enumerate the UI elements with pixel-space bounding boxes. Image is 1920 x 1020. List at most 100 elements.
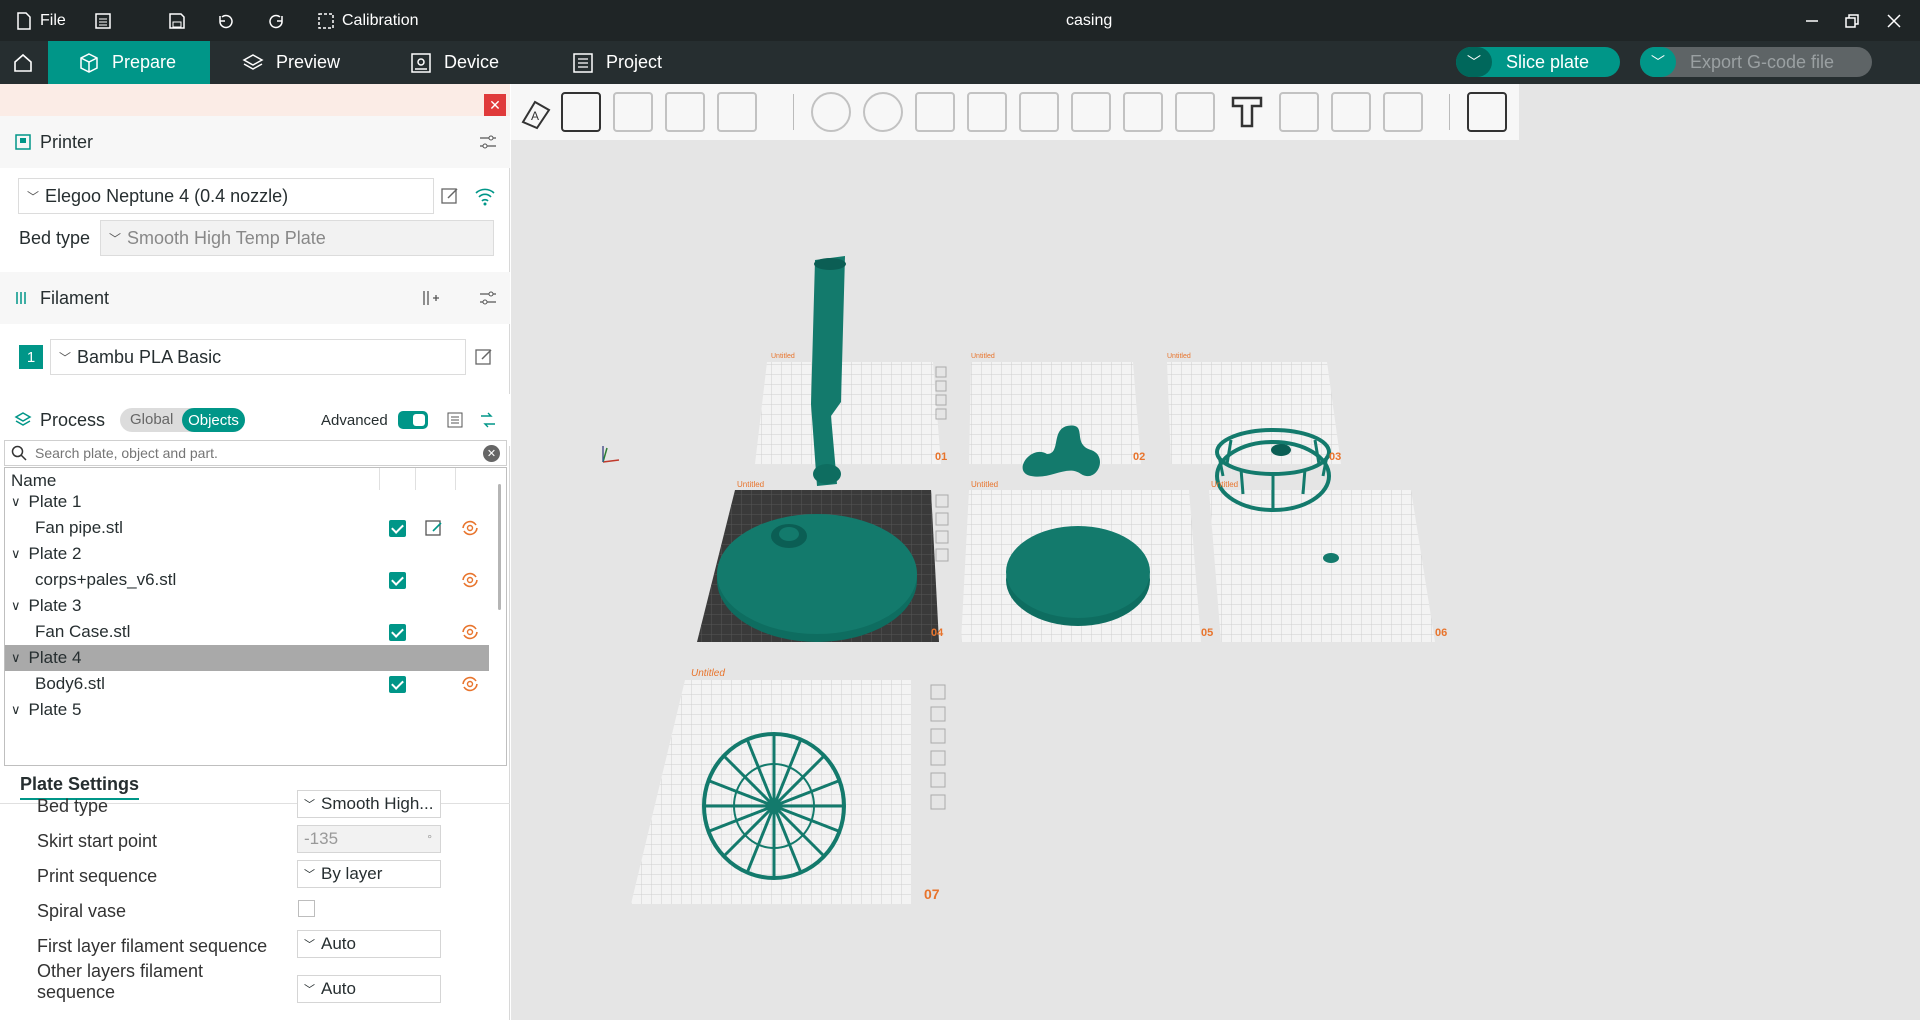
auto-orient-icon[interactable] bbox=[459, 518, 481, 538]
tab-device[interactable]: Device bbox=[410, 41, 499, 84]
plate-lock-icon[interactable] bbox=[935, 408, 947, 420]
wifi-icon[interactable] bbox=[474, 186, 496, 206]
text-tool-icon[interactable] bbox=[1227, 92, 1267, 132]
layers-list-icon[interactable] bbox=[717, 92, 757, 132]
filament-index-badge[interactable]: 1 bbox=[19, 345, 43, 369]
ps-skirt-input[interactable]: -135 ° bbox=[297, 825, 441, 853]
ps-other-layers-select[interactable]: ﹀ Auto bbox=[297, 975, 441, 1003]
split-objects-icon[interactable] bbox=[665, 92, 705, 132]
printer-select[interactable]: ﹀ Elegoo Neptune 4 (0.4 nozzle) bbox=[18, 178, 434, 214]
auto-orient-icon[interactable] bbox=[459, 674, 481, 694]
save-button[interactable] bbox=[168, 0, 186, 41]
3d-viewport[interactable]: 01 02 03 04 05 06 07 Untitled Untitled U… bbox=[511, 84, 1920, 1020]
plate-close-icon[interactable] bbox=[935, 494, 949, 508]
advanced-toggle[interactable] bbox=[398, 411, 428, 429]
close-icon[interactable]: ✕ bbox=[484, 94, 506, 116]
plate-close-icon[interactable] bbox=[935, 366, 947, 378]
plate-arrange-icon[interactable] bbox=[935, 512, 949, 526]
lay-on-face-icon[interactable] bbox=[967, 92, 1007, 132]
global-option[interactable]: Global bbox=[130, 411, 173, 428]
add-plate-icon[interactable]: A bbox=[517, 92, 557, 132]
edit-icon[interactable] bbox=[440, 186, 460, 206]
clear-search-icon[interactable]: ✕ bbox=[483, 445, 500, 462]
export-gcode-button[interactable]: ﹀ Export G-code file bbox=[1640, 47, 1872, 77]
bed-type-select[interactable]: ﹀ Smooth High Temp Plate bbox=[100, 220, 494, 256]
slice-plate-button[interactable]: ﹀ Slice plate bbox=[1456, 47, 1620, 77]
chevron-down-icon[interactable]: ﹀ bbox=[1640, 47, 1676, 77]
tree-row-plate-1[interactable]: ∨ Plate 1 bbox=[11, 489, 493, 515]
tab-prepare[interactable]: Prepare bbox=[48, 41, 210, 84]
printable-checkbox[interactable] bbox=[389, 520, 406, 537]
plate-settings-icon[interactable] bbox=[930, 772, 946, 788]
puzzle-icon[interactable] bbox=[1467, 92, 1507, 132]
plate-orient-icon[interactable] bbox=[930, 728, 946, 744]
tree-row-plate-4-selected[interactable]: ∨ Plate 4 bbox=[5, 645, 489, 671]
plate-orient-icon[interactable] bbox=[935, 394, 947, 406]
seam-paint-icon[interactable] bbox=[1123, 92, 1163, 132]
ps-print-sequence-select[interactable]: ﹀ By layer bbox=[297, 860, 441, 888]
tree-row-plate-5[interactable]: ∨ Plate 5 bbox=[11, 697, 493, 723]
rotate-icon[interactable] bbox=[863, 92, 903, 132]
menu-button[interactable] bbox=[94, 0, 112, 41]
tree-row-object[interactable]: Body6.stl bbox=[11, 671, 493, 697]
add-filament-icon[interactable] bbox=[420, 288, 440, 308]
fuzzy-skin-icon[interactable] bbox=[1175, 92, 1215, 132]
plate-name[interactable]: Untitled bbox=[1167, 353, 1191, 360]
settings-sliders-icon[interactable] bbox=[478, 288, 498, 308]
plate-name[interactable]: Untitled bbox=[691, 668, 725, 679]
arrange-icon[interactable] bbox=[561, 92, 601, 132]
settings-sliders-icon[interactable] bbox=[478, 132, 498, 152]
tree-row-plate-3[interactable]: ∨ Plate 3 bbox=[11, 593, 493, 619]
tab-project[interactable]: Project bbox=[572, 41, 662, 84]
plate-name[interactable]: Untitled bbox=[737, 480, 764, 489]
tree-scrollbar[interactable] bbox=[495, 468, 503, 765]
tab-preview[interactable]: Preview bbox=[242, 41, 340, 84]
tree-row-plate-2[interactable]: ∨ Plate 2 bbox=[11, 541, 493, 567]
move-icon[interactable] bbox=[811, 92, 851, 132]
chevron-down-icon[interactable]: ∨ bbox=[11, 494, 21, 510]
object-search-input[interactable] bbox=[35, 445, 475, 461]
assembly-icon[interactable] bbox=[1331, 92, 1371, 132]
printable-checkbox[interactable] bbox=[389, 676, 406, 693]
restore-button[interactable] bbox=[1844, 0, 1860, 41]
plate-lock-icon[interactable] bbox=[930, 750, 946, 766]
scene-canvas[interactable]: 01 02 03 04 05 06 07 Untitled Untitled U… bbox=[511, 84, 1920, 1020]
ps-first-layer-select[interactable]: ﹀ Auto bbox=[297, 930, 441, 958]
compare-icon[interactable] bbox=[478, 411, 498, 429]
chevron-down-icon[interactable]: ∨ bbox=[11, 702, 21, 718]
support-paint-icon[interactable] bbox=[1071, 92, 1111, 132]
plate-name[interactable]: Untitled bbox=[771, 353, 795, 360]
plate-orient-icon[interactable] bbox=[935, 530, 949, 544]
tree-row-object[interactable]: Fan pipe.stl bbox=[11, 515, 493, 541]
chevron-down-icon[interactable]: ∨ bbox=[11, 598, 21, 614]
file-menu[interactable]: File bbox=[16, 0, 66, 41]
printable-checkbox[interactable] bbox=[389, 572, 406, 589]
redo-button[interactable] bbox=[268, 0, 286, 41]
calibration-menu[interactable]: Calibration bbox=[318, 0, 418, 41]
plate-name[interactable]: Untitled bbox=[971, 353, 995, 360]
scale-icon[interactable] bbox=[915, 92, 955, 132]
tree-row-object[interactable]: corps+pales_v6.stl bbox=[11, 567, 493, 593]
plate-close-icon[interactable] bbox=[930, 684, 946, 700]
plate-arrange-icon[interactable] bbox=[935, 380, 947, 392]
object-settings-icon[interactable] bbox=[424, 518, 444, 538]
home-tab[interactable] bbox=[0, 41, 46, 84]
plate-name[interactable]: Untitled bbox=[971, 480, 998, 489]
list-icon[interactable] bbox=[446, 411, 464, 429]
auto-orient-icon[interactable] bbox=[459, 570, 481, 590]
printable-checkbox[interactable] bbox=[389, 624, 406, 641]
ps-spiral-vase-checkbox[interactable] bbox=[298, 900, 315, 917]
chevron-down-icon[interactable]: ﹀ bbox=[1456, 47, 1492, 77]
minimize-button[interactable] bbox=[1804, 0, 1820, 41]
tree-row-object[interactable]: Fan Case.stl bbox=[11, 619, 493, 645]
plate-name[interactable]: Untitled bbox=[1211, 480, 1238, 489]
filament-select[interactable]: ﹀ Bambu PLA Basic bbox=[50, 339, 466, 375]
boolean-icon[interactable] bbox=[1383, 92, 1423, 132]
cut-icon[interactable] bbox=[1019, 92, 1059, 132]
auto-orient-icon[interactable] bbox=[459, 622, 481, 642]
plate-lock-icon[interactable] bbox=[935, 548, 949, 562]
chevron-down-icon[interactable]: ∨ bbox=[11, 650, 21, 666]
edit-icon[interactable] bbox=[474, 347, 494, 367]
orient-icon[interactable] bbox=[613, 92, 653, 132]
plate-export-icon[interactable] bbox=[930, 794, 946, 810]
